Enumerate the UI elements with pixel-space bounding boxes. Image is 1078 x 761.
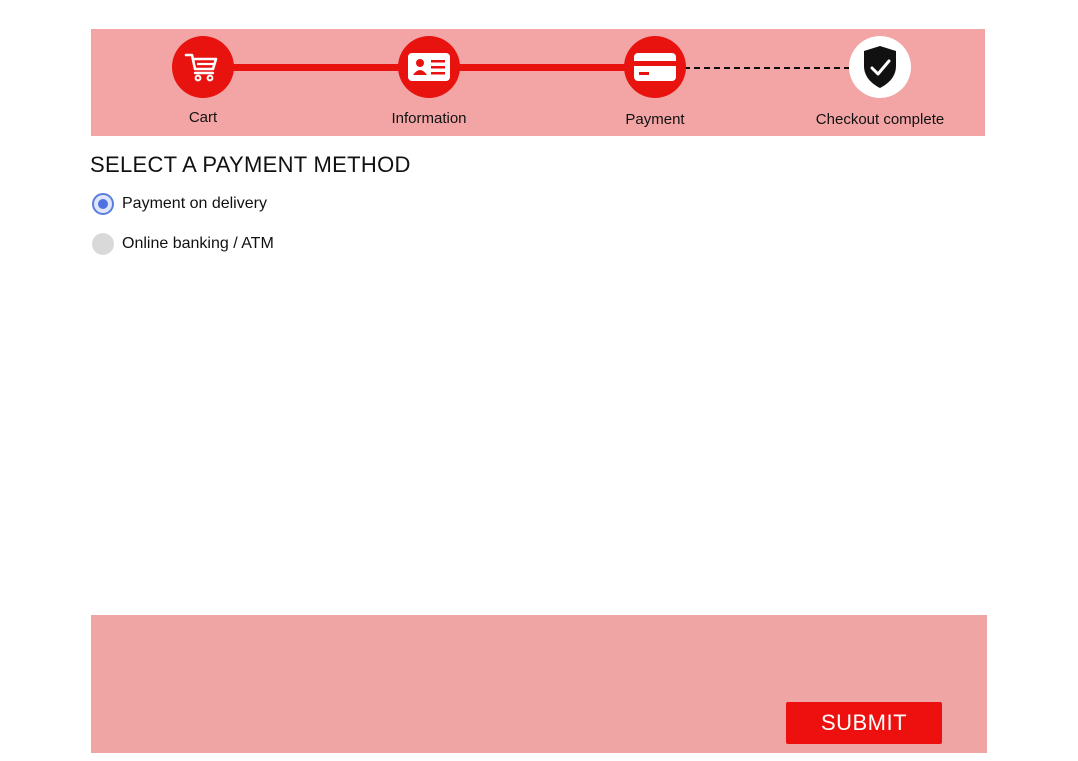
information-step-circle [398,36,460,98]
step-label: Payment [625,111,685,128]
payment-option-label: Payment on delivery [122,195,267,212]
payment-step-circle [624,36,686,98]
id-card-icon [408,53,450,81]
step-label: Information [391,110,467,127]
payment-option-online-banking[interactable]: Online banking / ATM [92,232,274,256]
cart-icon [184,53,218,82]
credit-card-icon [634,53,676,81]
payment-option-label: Online banking / ATM [122,235,274,252]
step-label: Cart [188,109,218,126]
page-title: SELECT A PAYMENT METHOD [90,152,411,177]
step-payment[interactable]: Payment [565,29,745,136]
footer-panel: SUBMIT [91,615,987,753]
step-label: Checkout complete [815,111,945,128]
step-cart[interactable]: Cart [113,29,293,136]
payment-option-delivery[interactable]: Payment on delivery [92,192,267,216]
checkout-page: Cart Information Payment Checkout comple… [0,0,1078,761]
submit-button[interactable]: SUBMIT [786,702,942,744]
checkout-complete-step-circle [849,36,911,98]
cart-step-circle [172,36,234,98]
radio-button-unselected[interactable] [92,233,114,255]
step-checkout-complete[interactable]: Checkout complete [790,29,970,136]
checkout-progress-bar: Cart Information Payment Checkout comple… [91,29,985,136]
step-information[interactable]: Information [339,29,519,136]
radio-button-selected[interactable] [92,193,114,215]
shield-check-icon [864,46,896,88]
